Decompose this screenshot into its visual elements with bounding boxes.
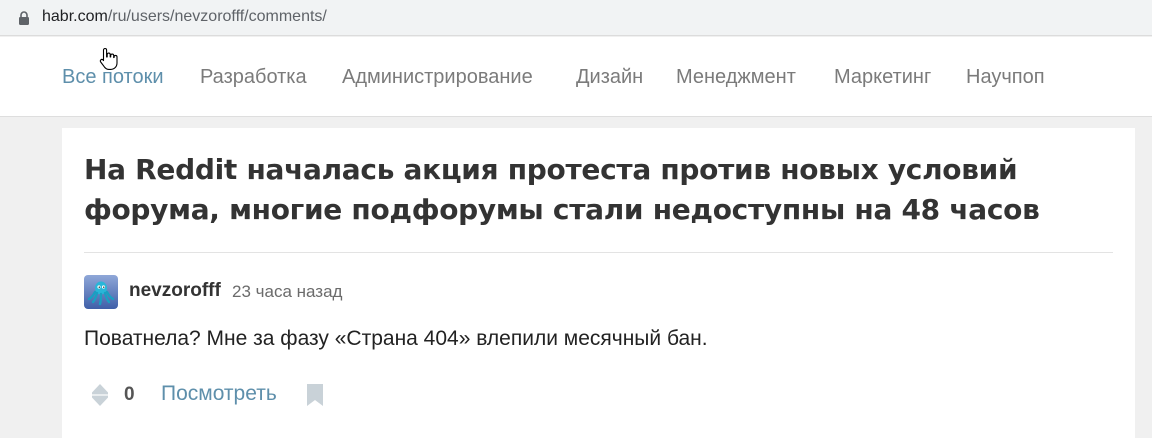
hand-cursor-icon [99,47,118,70]
browser-address-bar[interactable]: habr.com/ru/users/nevzorofff/comments/ [0,0,1152,36]
nav-item-popsci[interactable]: Научпоп [966,65,1045,89]
divider [84,252,1113,253]
lock-icon [19,11,29,25]
nav-item-marketing[interactable]: Маркетинг [834,65,931,89]
nav-item-design[interactable]: Дизайн [576,65,643,89]
post-title-link[interactable]: На Reddit началась акция протеста против… [84,150,1094,230]
vote-count: 0 [124,384,135,405]
url-text[interactable]: habr.com/ru/users/nevzorofff/comments/ [42,7,327,27]
vote-diamond-icon[interactable] [90,383,110,407]
nav-item-administration[interactable]: Администрирование [342,65,533,89]
view-comment-link[interactable]: Посмотреть [161,382,277,406]
url-path: /ru/users/nevzorofff/comments/ [107,8,327,25]
avatar[interactable] [84,275,118,309]
nav-item-development[interactable]: Разработка [200,65,307,89]
avatar-octopus-icon [84,275,118,309]
url-host: habr.com [42,8,108,25]
nav-item-management[interactable]: Менеджмент [676,65,796,89]
comment-body: Поватнела? Мне за фазу «Страна 404» влеп… [84,327,708,350]
bookmark-icon[interactable] [306,383,324,407]
comment-card: На Reddit началась акция протеста против… [62,128,1135,438]
comment-author-link[interactable]: nevzorofff [129,280,221,302]
flows-nav: Все потоки Разработка Администрирование … [0,37,1152,117]
comment-time: 23 часа назад [232,282,343,301]
